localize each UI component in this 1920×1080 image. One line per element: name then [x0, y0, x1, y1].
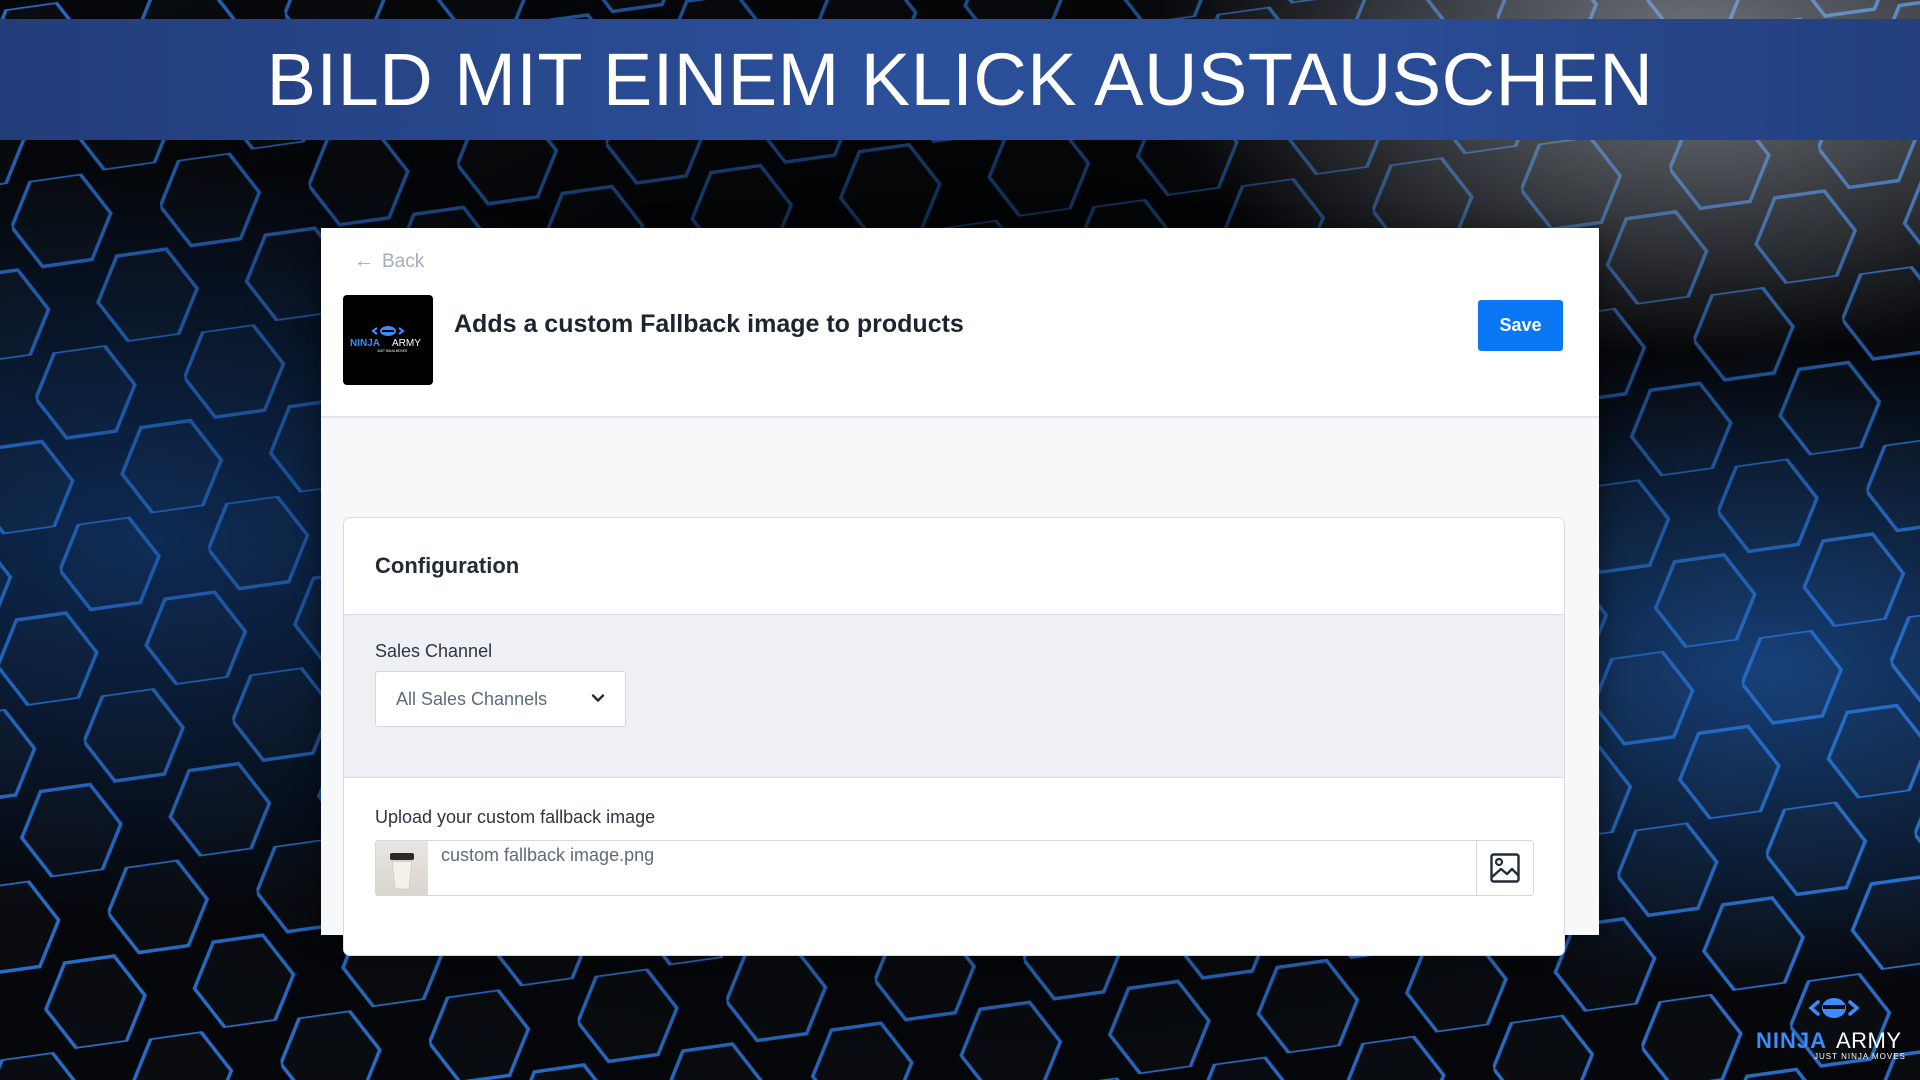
file-name: custom fallback image.png — [441, 845, 655, 865]
svg-text:ARMY: ARMY — [392, 338, 421, 349]
chevron-down-icon — [591, 694, 605, 702]
sales-channel-section: Sales Channel All Sales Channels — [344, 615, 1564, 778]
arrow-left-icon: ← — [354, 250, 374, 272]
sales-channel-select[interactable]: All Sales Channels — [375, 671, 626, 727]
presentation-slide: BILD MIT EINEM KLICK AUSTAUSCHEN ← Back … — [0, 0, 1920, 1080]
ninja-mask-icon — [1808, 998, 1860, 1018]
sales-channel-label: Sales Channel — [375, 641, 493, 661]
card-header: ← Back NINJA ARMY JUST NINJA MOVES Adds … — [321, 228, 1599, 418]
sales-channel-value: All Sales Channels — [396, 689, 548, 709]
image-icon — [1490, 853, 1520, 883]
configuration-header: Configuration — [344, 518, 1564, 615]
title-banner: BILD MIT EINEM KLICK AUSTAUSCHEN — [0, 19, 1920, 140]
configuration-title: Configuration — [375, 553, 520, 578]
svg-text:JUST NINJA MOVES: JUST NINJA MOVES — [377, 349, 407, 353]
save-button[interactable]: Save — [1478, 300, 1563, 351]
coffee-cup-thumbnail — [376, 841, 428, 895]
brand-logo: NINJA ARMY JUST NINJA MOVES — [1756, 993, 1912, 1061]
app-logo: NINJA ARMY JUST NINJA MOVES — [343, 295, 433, 385]
back-label: Back — [382, 250, 425, 272]
back-link[interactable]: ← Back — [354, 250, 424, 273]
banner-title: BILD MIT EINEM KLICK AUSTAUSCHEN — [266, 38, 1654, 121]
app-config-card: ← Back NINJA ARMY JUST NINJA MOVES Adds … — [321, 228, 1599, 956]
upload-label: Upload your custom fallback image — [375, 807, 656, 827]
brand-tagline: JUST NINJA MOVES — [1814, 1052, 1906, 1061]
svg-text:NINJA: NINJA — [350, 338, 380, 349]
fallback-image-upload[interactable]: custom fallback image.png — [375, 840, 1534, 896]
media-select-button[interactable] — [1476, 841, 1533, 895]
brand-ninja-text: NINJA — [1756, 1028, 1828, 1053]
configuration-panel: Configuration Sales Channel All Sales Ch… — [343, 517, 1565, 956]
page-title: Adds a custom Fallback image to products — [454, 310, 964, 338]
ninja-mask-icon — [371, 326, 405, 336]
brand-army-text: ARMY — [1836, 1028, 1902, 1053]
upload-section: Upload your custom fallback image custom… — [344, 778, 1564, 955]
